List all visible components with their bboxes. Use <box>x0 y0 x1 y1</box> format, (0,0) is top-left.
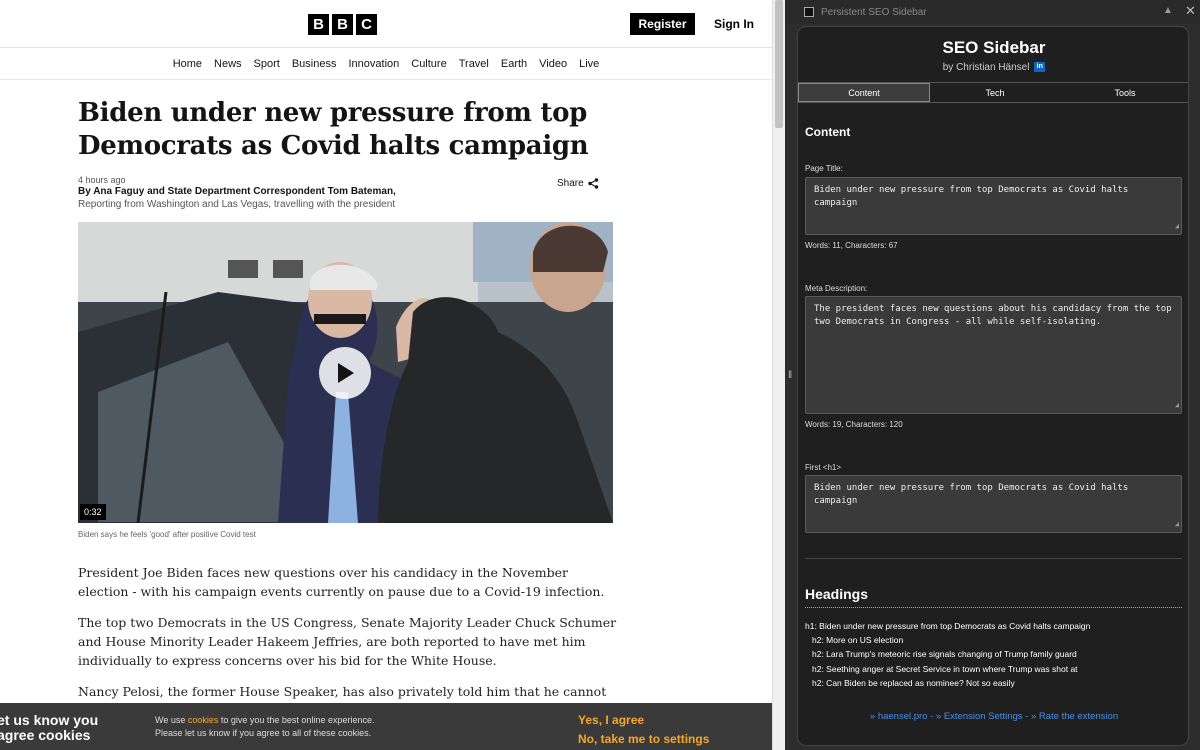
article-timestamp: 4 hours ago <box>78 175 126 185</box>
first-h1-label: First <h1> <box>805 463 842 472</box>
screen: B B C Register Sign In Home News Sport B… <box>0 0 1200 750</box>
video-duration: 0:32 <box>80 504 106 520</box>
tab-tech[interactable]: Tech <box>930 83 1060 102</box>
cookie-banner: et us know you agree cookies We use cook… <box>0 703 772 750</box>
side-panel-title: Persistent SEO Sidebar <box>821 7 927 18</box>
content-heading: Content <box>805 125 851 139</box>
linkedin-icon[interactable]: in <box>1034 62 1046 73</box>
nav-item-innovation[interactable]: Innovation <box>348 58 399 70</box>
heading-item: h2: Seething anger at Secret Service in … <box>812 664 1078 674</box>
page-title-label: Page Title: <box>805 164 843 173</box>
video-caption: Biden says he feels 'good' after positiv… <box>78 530 256 539</box>
cookie-settings-button[interactable]: No, take me to settings <box>578 732 709 746</box>
cookie-text: We use cookies to give you the best onli… <box>155 714 374 740</box>
register-button[interactable]: Register <box>630 13 695 35</box>
cookie-text-pre: We use <box>155 715 188 725</box>
logo-letter: C <box>356 14 377 35</box>
nav-item-live[interactable]: Live <box>579 58 599 70</box>
cookie-text-post: to give you the best online experience. <box>218 715 375 725</box>
heading-item: h2: Can Biden be replaced as nominee? No… <box>812 678 1015 688</box>
author-name: by Christian Hänsel <box>942 62 1030 73</box>
side-panel-header: Persistent SEO Sidebar ▲ ✕ <box>785 0 1200 24</box>
share-button[interactable]: Share <box>557 178 599 189</box>
page-title-value: Biden under new pressure from top Democr… <box>814 185 1129 208</box>
meta-description-count: Words: 19, Characters: 120 <box>805 420 903 429</box>
nav-item-culture[interactable]: Culture <box>411 58 446 70</box>
cookies-link[interactable]: cookies <box>188 715 219 725</box>
divider <box>805 558 1182 559</box>
divider <box>805 607 1182 608</box>
scrollbar-thumb[interactable] <box>775 0 783 128</box>
seo-sidebar: SEO Sidebar by Christian Hänsel in Conte… <box>797 26 1189 746</box>
heading-item: h2: Lara Trump's meteoric rise signals c… <box>812 649 1077 659</box>
extension-icon <box>804 7 814 17</box>
article-headline: Biden under new pressure from top Democr… <box>78 98 589 161</box>
resize-grip-icon[interactable]: ◢ <box>1175 518 1179 531</box>
nav-item-video[interactable]: Video <box>539 58 567 70</box>
cookie-text-line2: Please let us know if you agree to all o… <box>155 728 372 738</box>
article-paragraph: President Joe Biden faces new questions … <box>78 565 605 599</box>
sign-in-link[interactable]: Sign In <box>714 17 754 31</box>
seo-sidebar-author: by Christian Hänsel in <box>798 62 1188 73</box>
article-byline-sub: Reporting from Washington and Las Vegas,… <box>78 199 396 210</box>
tab-content[interactable]: Content <box>798 83 930 102</box>
bbc-logo[interactable]: B B C <box>308 14 377 35</box>
site-header: B B C Register Sign In <box>0 0 772 48</box>
article-paragraph: Nancy Pelosi, the former House Speaker, … <box>78 684 607 699</box>
first-h1-field[interactable]: Biden under new pressure from top Democr… <box>805 475 1182 533</box>
main-nav: Home News Sport Business Innovation Cult… <box>0 49 772 80</box>
nav-item-travel[interactable]: Travel <box>459 58 489 70</box>
pin-icon[interactable]: ▲ <box>1163 5 1173 16</box>
resize-handle-icon[interactable]: ‖ <box>788 370 792 381</box>
share-label: Share <box>557 178 584 189</box>
footer-links[interactable]: » haensel.pro - » Extension Settings - »… <box>798 711 1188 722</box>
seo-sidebar-title: SEO Sidebar <box>942 38 1046 57</box>
nav-item-news[interactable]: News <box>214 58 242 70</box>
page-title-count: Words: 11, Characters: 67 <box>805 241 898 250</box>
logo-letter: B <box>332 14 353 35</box>
resize-grip-icon[interactable]: ◢ <box>1175 220 1179 233</box>
meta-description-value: The president faces new questions about … <box>814 304 1172 327</box>
heading-item: h2: More on US election <box>812 635 904 645</box>
headings-heading: Headings <box>805 586 869 602</box>
cookie-title: et us know you agree cookies <box>0 712 99 743</box>
play-icon <box>338 363 354 383</box>
video-player[interactable]: 0:32 <box>78 222 613 523</box>
heading-item: h1: Biden under new pressure from top De… <box>805 621 1091 631</box>
close-icon[interactable]: ✕ <box>1185 3 1196 19</box>
side-panel: Persistent SEO Sidebar ▲ ✕ ‖ SEO Sidebar… <box>785 0 1200 750</box>
article-byline: By Ana Faguy and State Department Corres… <box>78 186 396 197</box>
bbc-article-page: B B C Register Sign In Home News Sport B… <box>0 0 772 750</box>
cookie-agree-button[interactable]: Yes, I agree <box>578 713 644 727</box>
meta-description-label: Meta Description: <box>805 284 868 293</box>
article-paragraph: The top two Democrats in the US Congress… <box>78 615 617 668</box>
logo-letter: B <box>308 14 329 35</box>
tab-tools[interactable]: Tools <box>1060 83 1188 102</box>
page-title-field[interactable]: Biden under new pressure from top Democr… <box>805 177 1182 235</box>
nav-item-business[interactable]: Business <box>292 58 337 70</box>
share-icon <box>587 178 598 189</box>
meta-description-field[interactable]: The president faces new questions about … <box>805 296 1182 414</box>
seo-tabs: Content Tech Tools <box>798 82 1188 103</box>
page-scrollbar[interactable] <box>772 0 785 750</box>
nav-item-sport[interactable]: Sport <box>254 58 280 70</box>
play-button[interactable] <box>319 347 371 399</box>
first-h1-value: Biden under new pressure from top Democr… <box>814 483 1129 506</box>
nav-item-home[interactable]: Home <box>173 58 202 70</box>
nav-item-earth[interactable]: Earth <box>501 58 527 70</box>
resize-grip-icon[interactable]: ◢ <box>1175 399 1179 412</box>
